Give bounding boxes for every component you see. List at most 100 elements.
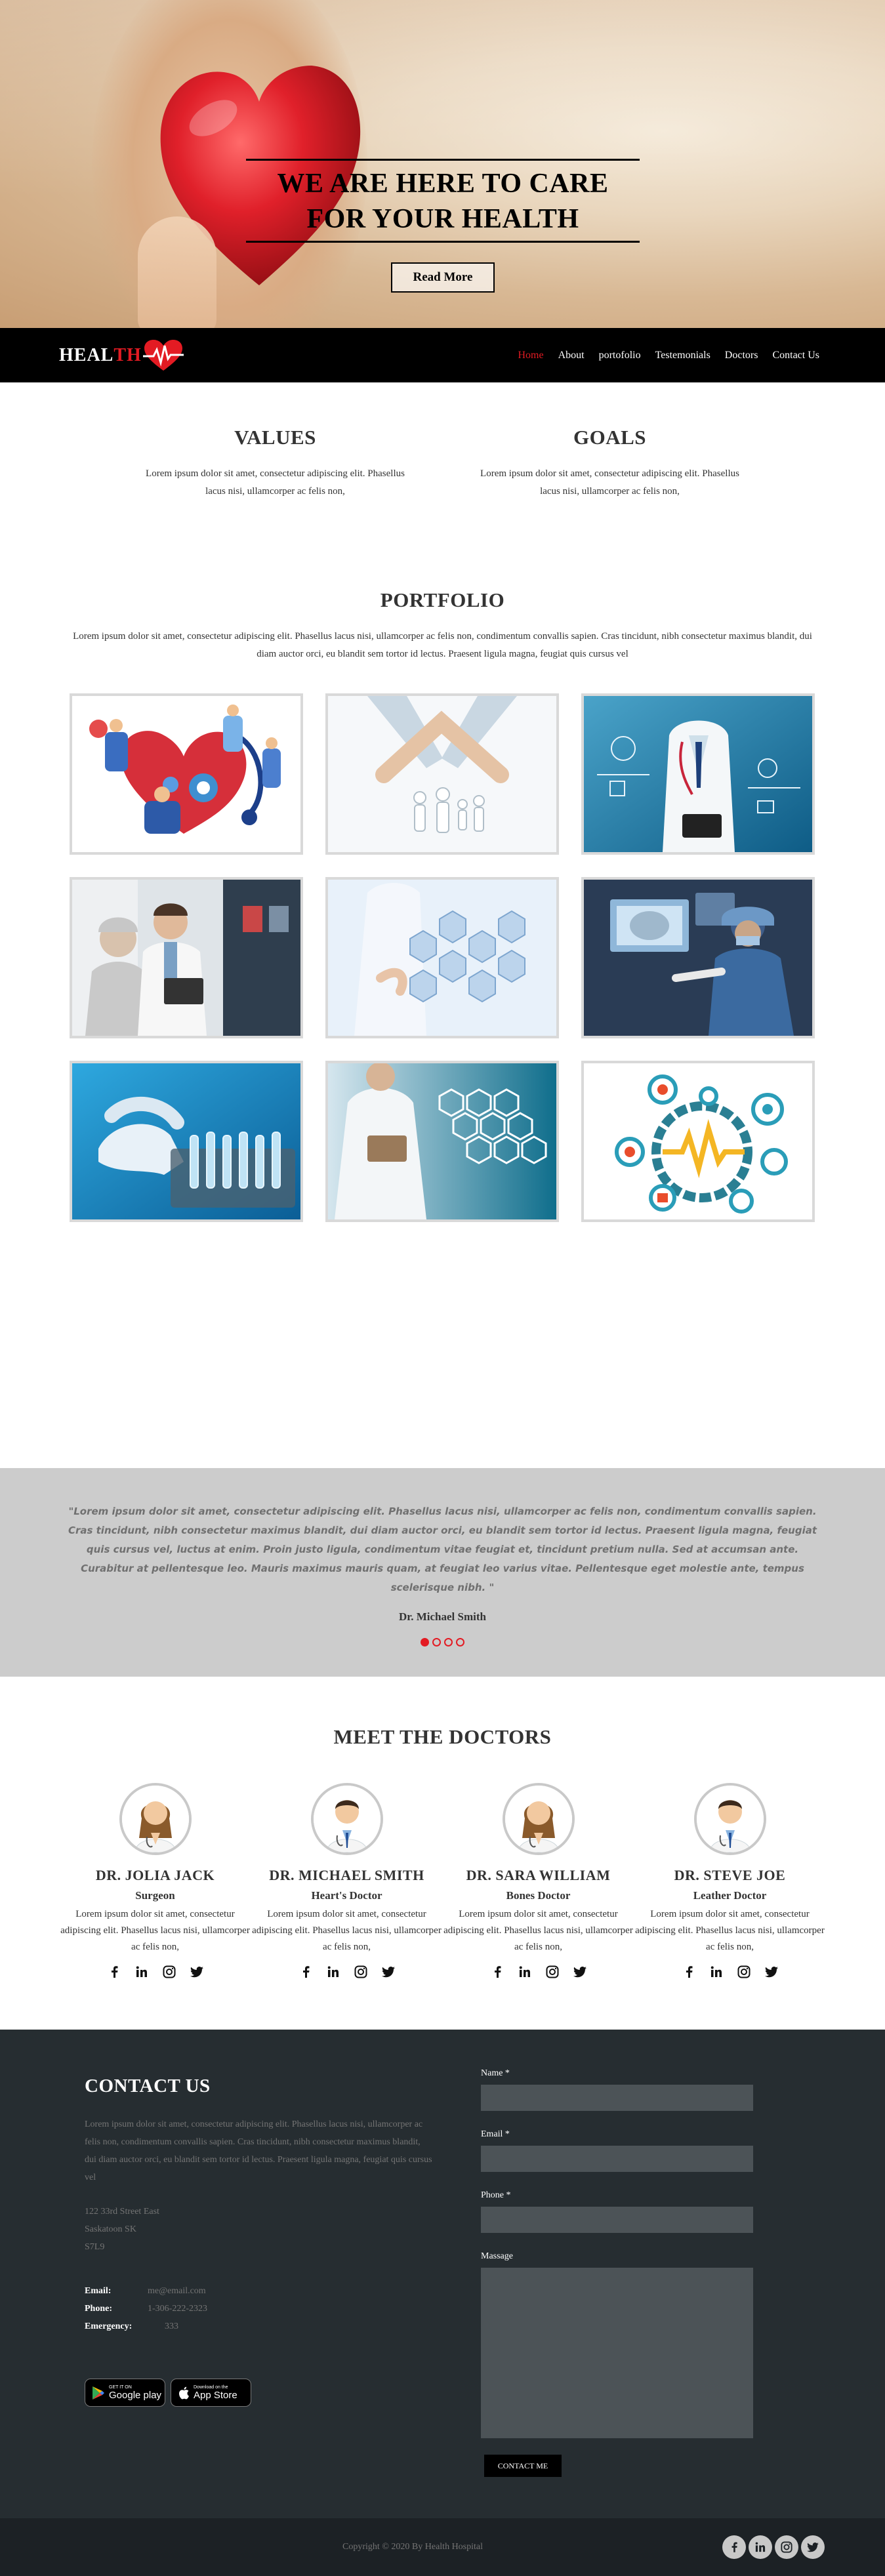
doctor-social-links — [634, 1965, 826, 1979]
twitter-icon[interactable] — [573, 1965, 587, 1979]
doctor-specialty: Leather Doctor — [693, 1889, 767, 1902]
email-value[interactable]: me@email.com — [148, 2282, 206, 2300]
instagram-icon[interactable] — [354, 1965, 368, 1979]
footer: Copyright © 2020 By Health Hospital — [0, 2518, 885, 2576]
app-store-small-text: Download on the — [194, 2385, 228, 2390]
facebook-icon[interactable] — [490, 1965, 504, 1979]
portfolio-item-lab[interactable] — [70, 1061, 303, 1222]
lab-gloves-test-tubes — [72, 1063, 300, 1219]
twitter-icon[interactable] — [190, 1965, 204, 1979]
goals-block: GOALS Lorem ipsum dolor sit amet, consec… — [479, 426, 741, 566]
instagram-icon[interactable] — [162, 1965, 176, 1979]
doctor-card: DR. STEVE JOE Leather Doctor Lorem ipsum… — [634, 1783, 826, 1979]
contact-info: CONTACT US Lorem ipsum dolor sit amet, c… — [85, 2075, 432, 2407]
phone-value[interactable]: 1-306-222-2323 — [148, 2300, 207, 2318]
portfolio-item-elderly-patient[interactable] — [70, 877, 303, 1038]
doctor-name: DR. STEVE JOE — [674, 1867, 786, 1883]
phone-field-label: Phone * — [481, 2190, 511, 2200]
portfolio-item-digital-health[interactable] — [581, 693, 815, 855]
name-input[interactable] — [481, 2085, 753, 2111]
main-nav: Home About portofolio Testemonials Docto… — [518, 350, 819, 361]
phone-label: Phone: — [85, 2304, 112, 2314]
linkedin-icon[interactable] — [518, 1965, 532, 1979]
site-logo[interactable]: HEAL TH — [59, 339, 184, 372]
message-textarea[interactable] — [481, 2268, 753, 2438]
doctor-bio: Lorem ipsum dolor sit amet, consectetur … — [252, 1909, 442, 1952]
address-line: 122 33rd Street East — [85, 2207, 159, 2217]
google-play-icon — [93, 2386, 104, 2400]
email-field-group: Email * — [481, 2129, 753, 2172]
nav-item-testimonials[interactable]: Testemonials — [655, 350, 710, 361]
values-text: Lorem ipsum dolor sit amet, consectetur … — [146, 468, 405, 497]
emergency-value[interactable]: 333 — [165, 2318, 178, 2335]
carousel-indicators — [0, 1638, 885, 1646]
facebook-icon[interactable] — [722, 2535, 746, 2559]
copyright-text: Copyright © 2020 By Health Hospital — [342, 2542, 484, 2552]
email-label: Email: — [85, 2286, 112, 2296]
values-block: VALUES Lorem ipsum dolor sit amet, conse… — [144, 426, 407, 566]
nav-item-home[interactable]: Home — [518, 350, 543, 361]
logo-text-white: HEAL — [59, 344, 114, 365]
carousel-dot-2[interactable] — [432, 1638, 441, 1646]
address-line: S7L9 — [85, 2242, 105, 2252]
doctor-name: DR. MICHAEL SMITH — [269, 1867, 424, 1883]
linkedin-icon[interactable] — [326, 1965, 340, 1979]
twitter-icon[interactable] — [764, 1965, 779, 1979]
carousel-dot-4[interactable] — [456, 1638, 464, 1646]
nav-item-about[interactable]: About — [558, 350, 585, 361]
doctor-social-links — [443, 1965, 634, 1979]
nav-item-portfolio[interactable]: portofolio — [599, 350, 641, 361]
nav-item-contact[interactable]: Contact Us — [772, 350, 819, 361]
linkedin-icon[interactable] — [749, 2535, 772, 2559]
phone-input[interactable] — [481, 2207, 753, 2233]
carousel-dot-3[interactable] — [444, 1638, 453, 1646]
portfolio-item-heart-care[interactable] — [70, 693, 303, 855]
portfolio-item-family-protection[interactable] — [325, 693, 559, 855]
medical-hexagon-icons — [328, 880, 556, 1036]
doctors-section: MEET THE DOCTORS DR. JOLIA JACK Surgeon … — [0, 1677, 885, 2030]
contact-section: CONTACT US Lorem ipsum dolor sit amet, c… — [0, 2030, 885, 2518]
email-field-label: Email * — [481, 2129, 510, 2139]
doctor-name: DR. JOLIA JACK — [95, 1867, 215, 1883]
instagram-icon[interactable] — [737, 1965, 751, 1979]
facebook-icon[interactable] — [107, 1965, 121, 1979]
carousel-dot-1[interactable] — [421, 1638, 429, 1646]
google-play-badge[interactable]: GET IT ON Google play — [85, 2379, 165, 2407]
female-doctor-icon — [119, 1783, 192, 1855]
doctor-tablet-icons — [328, 1063, 556, 1219]
facebook-icon[interactable] — [298, 1965, 313, 1979]
read-more-button[interactable]: Read More — [391, 262, 495, 293]
doctor-card: DR. SARA WILLIAM Bones Doctor Lorem ipsu… — [443, 1783, 634, 1979]
phone-field-group: Phone * — [481, 2190, 753, 2233]
nav-item-doctors[interactable]: Doctors — [725, 350, 758, 361]
facebook-icon[interactable] — [682, 1965, 696, 1979]
hero-section: WE ARE HERE TO CARE FOR YOUR HEALTH Read… — [0, 0, 885, 328]
twitter-icon[interactable] — [381, 1965, 396, 1979]
instagram-icon[interactable] — [775, 2535, 798, 2559]
female-doctor-icon — [502, 1783, 575, 1855]
hero-bottom-rule — [246, 241, 640, 243]
doctor-card: DR. JOLIA JACK Surgeon Lorem ipsum dolor… — [60, 1783, 251, 1979]
values-section: VALUES Lorem ipsum dolor sit amet, conse… — [0, 382, 885, 566]
navbar: HEAL TH Home About portofolio Testemonial… — [0, 328, 885, 382]
app-store-badge[interactable]: Download on the App Store — [171, 2379, 251, 2407]
portfolio-title: PORTFOLIO — [380, 588, 505, 611]
message-field-group: Massage — [481, 2251, 753, 2442]
testimonial-section: "Lorem ipsum dolor sit amet, consectetur… — [0, 1468, 885, 1677]
footer-social-links — [722, 2535, 825, 2559]
doctor-card: DR. MICHAEL SMITH Heart's Doctor Lorem i… — [251, 1783, 443, 1979]
instagram-icon[interactable] — [545, 1965, 560, 1979]
portfolio-item-gears[interactable] — [581, 1061, 815, 1222]
portfolio-description: Lorem ipsum dolor sit amet, consectetur … — [73, 631, 812, 659]
email-input[interactable] — [481, 2146, 753, 2172]
values-title: VALUES — [234, 426, 316, 449]
twitter-icon[interactable] — [801, 2535, 825, 2559]
portfolio-item-hexagon-icons[interactable] — [325, 877, 559, 1038]
contact-me-button[interactable]: CONTACT ME — [484, 2455, 562, 2477]
portfolio-item-surgeon[interactable] — [581, 877, 815, 1038]
linkedin-icon[interactable] — [134, 1965, 149, 1979]
testimonial-quote: "Lorem ipsum dolor sit amet, consectetur… — [68, 1505, 817, 1593]
hero-headline-box: WE ARE HERE TO CARE FOR YOUR HEALTH Read… — [246, 159, 640, 293]
portfolio-item-tablet-icons[interactable] — [325, 1061, 559, 1222]
linkedin-icon[interactable] — [709, 1965, 724, 1979]
